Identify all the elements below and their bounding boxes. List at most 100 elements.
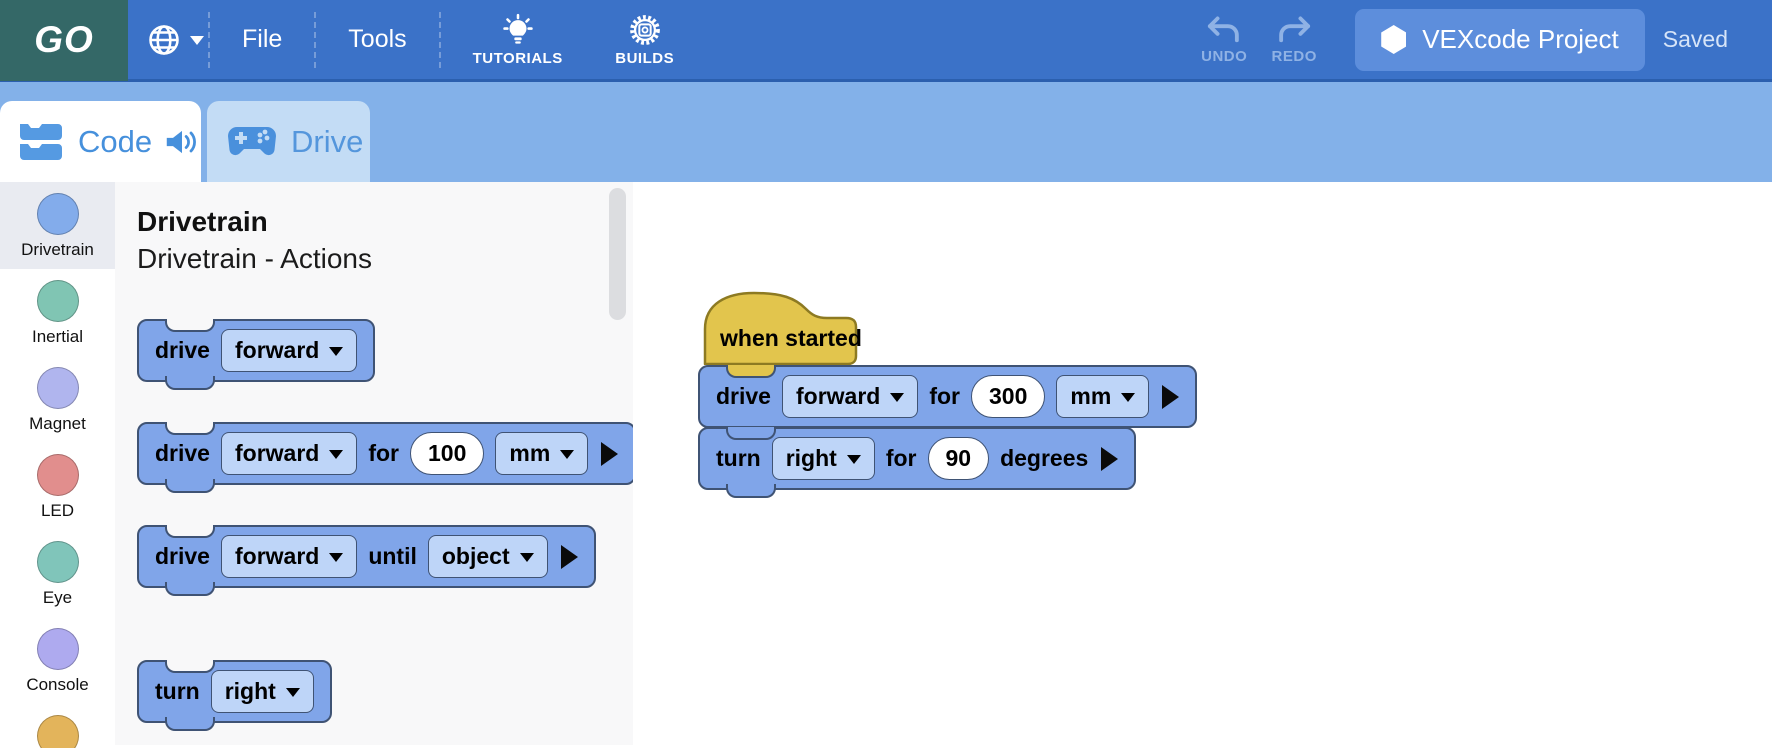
block-label: drive	[155, 337, 210, 364]
palette-block-turn[interactable]: turn right	[137, 660, 332, 723]
dropdown-value: forward	[235, 543, 319, 570]
dropdown-value: right	[225, 678, 276, 705]
canvas-block-turn-for[interactable]: turn right for 90 degrees	[698, 427, 1136, 490]
sidebar-item-label: Magnet	[29, 414, 86, 434]
dropdown-value: mm	[509, 440, 550, 467]
palette-block-drive-for[interactable]: drive forward for 100 mm	[137, 422, 636, 485]
sidebar-item-led[interactable]: LED	[0, 443, 115, 530]
palette-block-drive[interactable]: drive forward	[137, 319, 375, 382]
category-dot	[37, 715, 79, 748]
tab-code[interactable]: Code	[0, 101, 201, 182]
chevron-down-icon	[329, 553, 343, 569]
globe-icon	[146, 22, 182, 58]
block-label: turn	[716, 445, 761, 472]
expand-arrow-icon[interactable]	[1162, 385, 1179, 409]
inertial-category-dot	[37, 280, 79, 322]
builds-button[interactable]: BUILDS	[595, 13, 695, 67]
dropdown-value: mm	[1070, 383, 1111, 410]
dropdown-unit[interactable]: mm	[1056, 375, 1149, 418]
dropdown-direction[interactable]: forward	[221, 329, 357, 372]
number-input[interactable]: 300	[971, 375, 1045, 418]
when-started-hat-block[interactable]: when started	[698, 287, 862, 365]
palette-subheading: Drivetrain - Actions	[137, 240, 372, 278]
number-input[interactable]: 90	[928, 437, 990, 480]
number-input[interactable]: 100	[410, 432, 484, 475]
block-label: until	[368, 543, 417, 570]
code-blocks-icon	[16, 120, 66, 164]
dropdown-object[interactable]: object	[428, 535, 548, 578]
expand-arrow-icon[interactable]	[1101, 447, 1118, 471]
sidebar-item-label: LED	[41, 501, 74, 521]
sidebar-item-label: Eye	[43, 588, 72, 608]
chevron-down-icon	[847, 455, 861, 471]
sidebar-item-console[interactable]: Console	[0, 617, 115, 704]
gamepad-icon	[227, 125, 277, 159]
undo-button[interactable]: UNDO	[1189, 15, 1259, 65]
block-label: turn	[155, 678, 200, 705]
chevron-down-icon	[520, 553, 534, 569]
led-category-dot	[37, 454, 79, 496]
sidebar-item-drivetrain[interactable]: Drivetrain	[0, 182, 115, 269]
dropdown-value: forward	[235, 337, 319, 364]
dropdown-value: forward	[796, 383, 880, 410]
chevron-down-icon	[560, 450, 574, 466]
console-category-dot	[37, 628, 79, 670]
vexcode-go-app: GO File Tools TUTORIALS	[0, 0, 1772, 748]
dropdown-direction[interactable]: right	[772, 437, 875, 480]
tools-menu[interactable]: Tools	[320, 25, 434, 54]
dropdown-value: forward	[235, 440, 319, 467]
project-name-button[interactable]: VEXcode Project	[1355, 9, 1645, 71]
dropdown-direction[interactable]: forward	[221, 535, 357, 578]
tab-drive[interactable]: Drive	[207, 101, 370, 182]
dropdown-direction[interactable]: right	[211, 670, 314, 713]
undo-label: UNDO	[1201, 48, 1247, 65]
block-label: drive	[716, 383, 771, 410]
drivetrain-category-dot	[37, 193, 79, 235]
sidebar-item-label: Inertial	[32, 327, 83, 347]
lightbulb-icon	[501, 13, 535, 47]
go-logo[interactable]: GO	[0, 0, 128, 81]
main-area: Drivetrain Inertial Magnet LED Eye Conso…	[0, 182, 1772, 745]
dropdown-unit[interactable]: mm	[495, 432, 588, 475]
dropdown-direction[interactable]: forward	[221, 432, 357, 475]
chevron-down-icon	[329, 450, 343, 466]
block-label: drive	[155, 543, 210, 570]
block-label: drive	[155, 440, 210, 467]
chevron-down-icon	[890, 393, 904, 409]
sidebar-item-eye[interactable]: Eye	[0, 530, 115, 617]
sidebar-item-inertial[interactable]: Inertial	[0, 269, 115, 356]
save-status: Saved	[1663, 26, 1728, 53]
eye-category-dot	[37, 541, 79, 583]
file-menu[interactable]: File	[214, 25, 310, 54]
sidebar-item-label: Drivetrain	[21, 240, 94, 260]
hat-block-label: when started	[720, 325, 862, 352]
tab-drive-label: Drive	[291, 124, 363, 160]
chevron-down-icon	[329, 347, 343, 363]
block-label: for	[368, 440, 399, 467]
canvas-block-drive-for[interactable]: drive forward for 300 mm	[698, 365, 1197, 428]
sidebar-item-magnet[interactable]: Magnet	[0, 356, 115, 443]
palette-scrollbar[interactable]	[609, 188, 626, 320]
sidebar-item-partial[interactable]	[0, 704, 115, 748]
dropdown-direction[interactable]: forward	[782, 375, 918, 418]
divider	[208, 12, 210, 68]
expand-arrow-icon[interactable]	[601, 442, 618, 466]
workspace-canvas[interactable]: when started drive forward for 300 mm	[633, 182, 1772, 745]
go-logo-text: GO	[34, 19, 94, 61]
redo-button[interactable]: REDO	[1259, 15, 1329, 65]
speaker-icon[interactable]	[164, 126, 200, 158]
palette-heading: Drivetrain	[137, 204, 372, 240]
block-label: for	[886, 445, 917, 472]
tutorials-label: TUTORIALS	[473, 50, 563, 67]
expand-arrow-icon[interactable]	[561, 545, 578, 569]
palette-header: Drivetrain Drivetrain - Actions	[137, 204, 372, 278]
dropdown-value: object	[442, 543, 510, 570]
tutorials-button[interactable]: TUTORIALS	[463, 13, 573, 67]
divider	[314, 12, 316, 68]
gear-icon	[628, 13, 662, 47]
language-menu-button[interactable]	[146, 22, 204, 58]
undo-icon	[1206, 15, 1242, 45]
redo-label: REDO	[1272, 48, 1317, 65]
top-bar: GO File Tools TUTORIALS	[0, 0, 1772, 82]
palette-block-drive-until[interactable]: drive forward until object	[137, 525, 596, 588]
